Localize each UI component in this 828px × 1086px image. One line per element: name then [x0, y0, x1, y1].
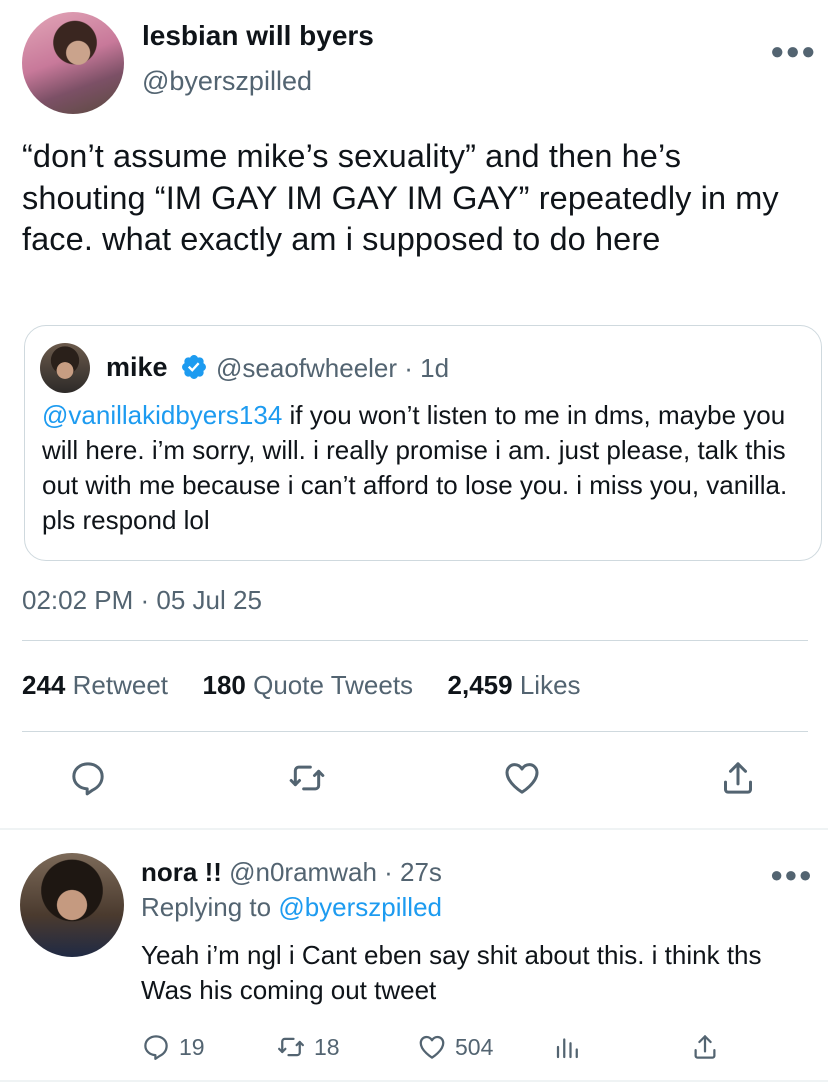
- replying-to: Replying to @byerszpilled: [141, 892, 442, 923]
- author-display-name[interactable]: lesbian will byers: [142, 20, 374, 52]
- retweet-icon: [278, 1037, 304, 1057]
- more-options-icon[interactable]: ●●●: [770, 38, 817, 66]
- reply-icon: [144, 1035, 168, 1060]
- share-icon[interactable]: [718, 758, 758, 798]
- retweets-label[interactable]: Retweet: [73, 670, 168, 700]
- retweet-icon[interactable]: [287, 758, 327, 798]
- reply-count: 19: [179, 1033, 205, 1060]
- tweet-stats: 244 Retweet 180 Quote Tweets 2,459 Likes: [22, 670, 581, 701]
- author-avatar[interactable]: [22, 12, 124, 114]
- replying-prefix: Replying to: [141, 892, 279, 922]
- replying-handle-link[interactable]: @byerszpilled: [278, 892, 442, 922]
- quoted-author-meta[interactable]: @seaofwheeler · 1d: [216, 353, 449, 384]
- divider: [22, 731, 808, 732]
- tweet-timestamp[interactable]: 02:02 PM · 05 Jul 25: [22, 585, 262, 616]
- reply-text: Yeah i’m ngl i Cant eben say shit about …: [141, 940, 762, 1005]
- reply-retweet-button[interactable]: 18: [276, 1031, 340, 1063]
- section-divider: [0, 828, 828, 830]
- reply-share-button[interactable]: [690, 1031, 720, 1063]
- tweet-text: “don’t assume mike’s sexuality” and then…: [22, 138, 779, 257]
- reply-header: nora !! @n0ramwah · 27s: [141, 857, 442, 888]
- quoted-author-avatar[interactable]: [40, 343, 90, 393]
- reply-author-avatar[interactable]: [20, 853, 124, 957]
- reply-icon[interactable]: [68, 758, 108, 798]
- quoted-author-name[interactable]: mike: [106, 352, 168, 383]
- likes-label[interactable]: Likes: [520, 670, 581, 700]
- author-handle[interactable]: @byerszpilled: [142, 66, 312, 97]
- reply-analytics-button[interactable]: [553, 1031, 583, 1063]
- section-divider: [0, 1080, 828, 1082]
- divider: [22, 640, 808, 641]
- mention-link[interactable]: @vanillakidbyers134: [42, 400, 282, 430]
- reply-like-button[interactable]: 504: [417, 1031, 493, 1063]
- likes-count[interactable]: 2,459: [448, 670, 513, 700]
- analytics-icon: [556, 1038, 578, 1059]
- share-icon: [694, 1035, 716, 1059]
- like-icon[interactable]: [502, 758, 542, 798]
- verified-badge-icon: [182, 355, 206, 379]
- retweets-count[interactable]: 244: [22, 670, 65, 700]
- like-count: 504: [455, 1033, 494, 1060]
- reply-author-name[interactable]: nora !!: [141, 857, 222, 887]
- reply-reply-button[interactable]: 19: [141, 1031, 205, 1063]
- quotes-label[interactable]: Quote Tweets: [253, 670, 413, 700]
- reply-author-meta[interactable]: @n0ramwah · 27s: [222, 857, 442, 887]
- retweet-count: 18: [314, 1033, 340, 1060]
- quotes-count[interactable]: 180: [202, 670, 245, 700]
- more-options-icon[interactable]: ●●●: [770, 862, 813, 888]
- quoted-tweet-text: @vanillakidbyers134 if you won’t listen …: [42, 398, 812, 538]
- like-icon: [419, 1035, 445, 1059]
